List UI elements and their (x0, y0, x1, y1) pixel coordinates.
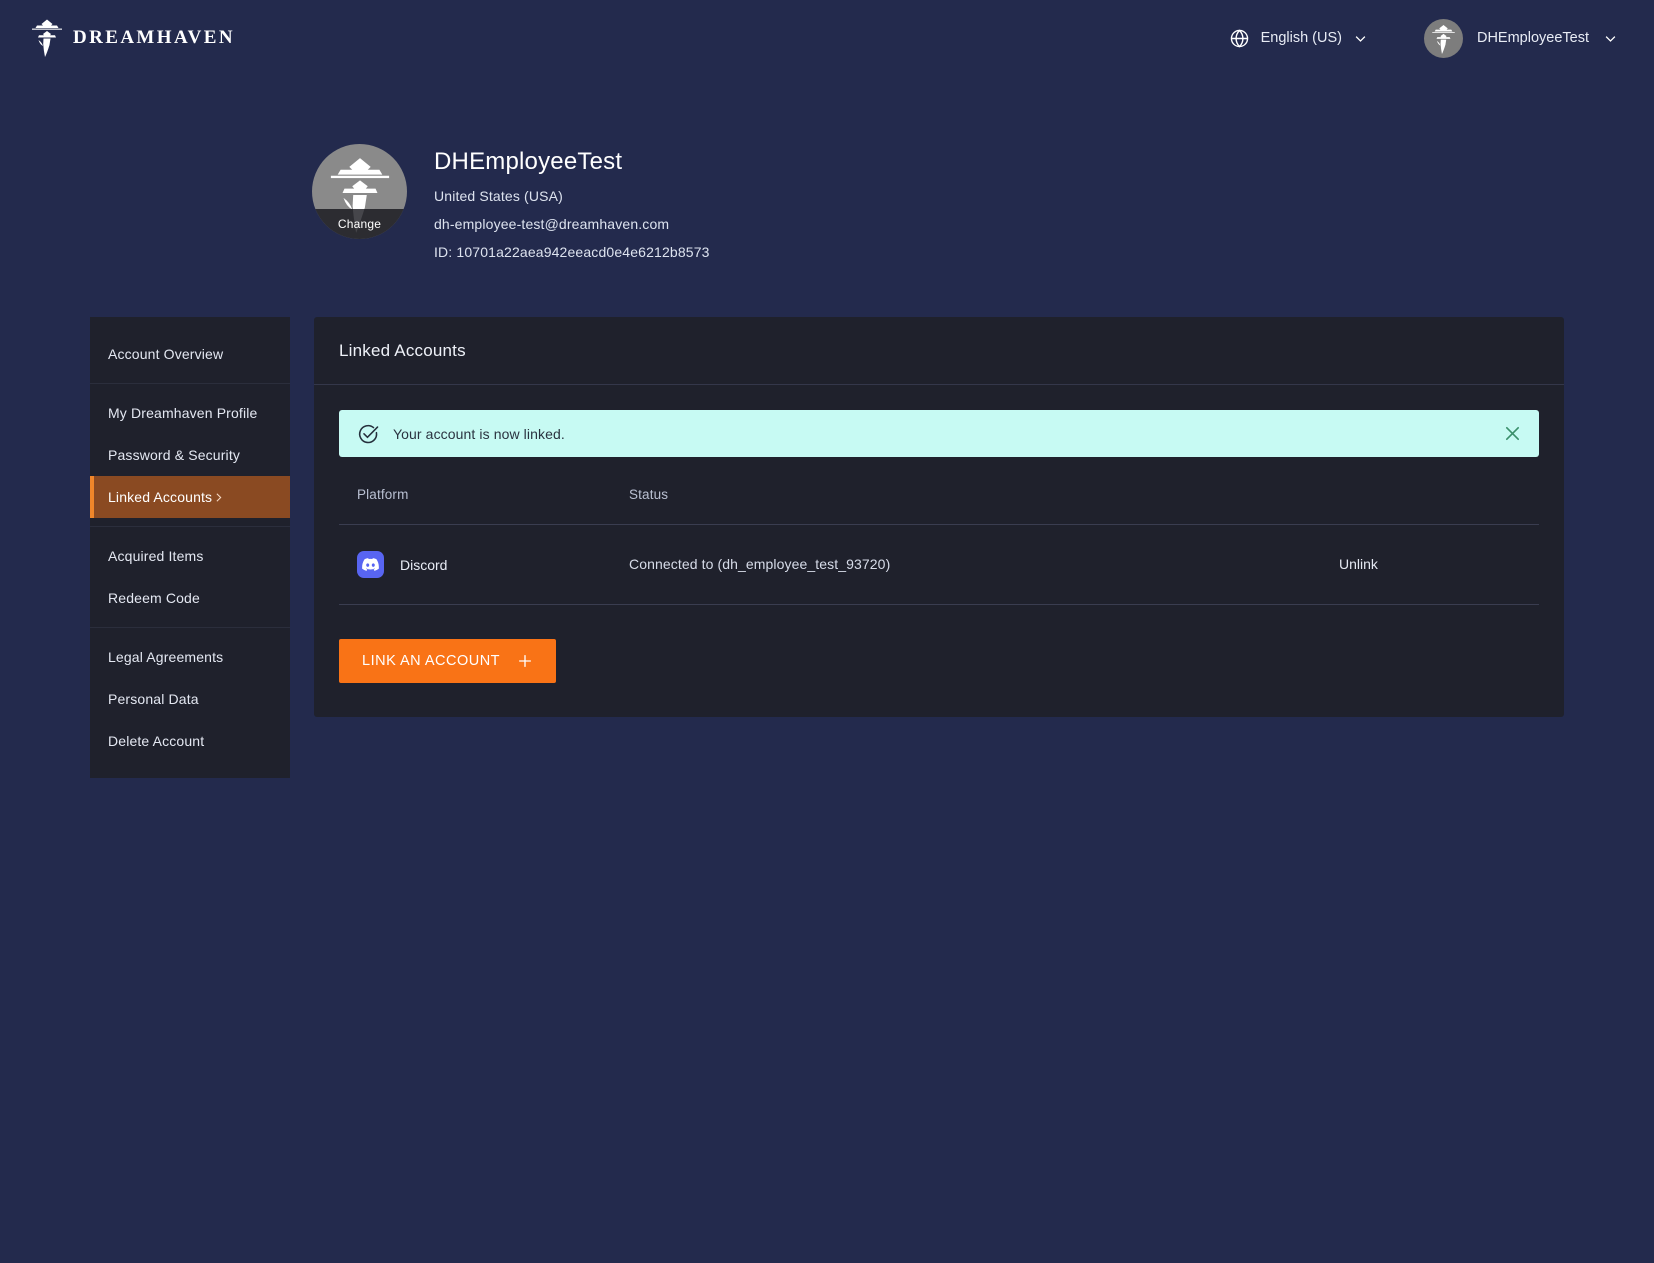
brand-logo-link[interactable]: DREAMHAVEN (30, 18, 235, 58)
linked-accounts-table: Platform Status (339, 487, 1539, 605)
cell-platform: Discord (339, 525, 629, 605)
platform-name: Discord (400, 557, 447, 573)
profile-summary: Change DHEmployeeTest United States (USA… (0, 76, 1654, 260)
column-header-status: Status (629, 487, 1339, 525)
alert-message: Your account is now linked. (393, 426, 565, 442)
card-header: Linked Accounts (314, 317, 1564, 385)
sidebar-item-linked-accounts[interactable]: Linked Accounts (90, 476, 290, 518)
success-alert: Your account is now linked. (339, 410, 1539, 457)
link-account-label: LINK AN ACCOUNT (362, 653, 500, 669)
sidebar-item-acquired-items[interactable]: Acquired Items (90, 535, 290, 577)
status-badge: Connected to (dh_employee_test_93720) (629, 556, 890, 572)
sidebar-item-label: Personal Data (108, 691, 199, 707)
cell-action: Unlink (1339, 525, 1539, 605)
close-x-icon[interactable] (1502, 423, 1523, 444)
sidebar-item-my-dreamhaven-profile[interactable]: My Dreamhaven Profile (90, 392, 290, 434)
avatar (1424, 19, 1463, 58)
column-header-action (1339, 487, 1539, 525)
sidebar-item-label: Delete Account (108, 733, 204, 749)
profile-id-label: ID: (434, 244, 452, 260)
sidebar-item-legal-agreements[interactable]: Legal Agreements (90, 636, 290, 678)
page-title: DHEmployeeTest (434, 148, 710, 176)
sidebar-item-personal-data[interactable]: Personal Data (90, 678, 290, 720)
sidebar-item-label: Password & Security (108, 447, 240, 463)
check-circle-icon (357, 423, 379, 445)
link-an-account-button[interactable]: LINK AN ACCOUNT (339, 639, 556, 683)
discord-icon (357, 551, 384, 578)
column-header-platform: Platform (339, 487, 629, 525)
nav-group: Account Overview (90, 325, 290, 383)
cell-status: Connected to (dh_employee_test_93720) (629, 525, 1339, 605)
user-account-menu[interactable]: DHEmployeeTest (1424, 19, 1618, 58)
sidebar-item-delete-account[interactable]: Delete Account (90, 720, 290, 762)
sidebar-item-label: My Dreamhaven Profile (108, 405, 257, 421)
nav-group: Acquired Items Redeem Code (90, 526, 290, 627)
nav-group: Legal Agreements Personal Data Delete Ac… (90, 627, 290, 770)
plus-icon (517, 653, 533, 669)
unlink-button[interactable]: Unlink (1339, 556, 1378, 572)
card-title: Linked Accounts (339, 341, 466, 361)
profile-country: United States (USA) (434, 188, 710, 204)
globe-icon (1229, 28, 1250, 49)
nav-group: My Dreamhaven Profile Password & Securit… (90, 383, 290, 526)
sidebar-item-label: Linked Accounts (108, 489, 212, 505)
brand-wordmark: DREAMHAVEN (73, 27, 235, 49)
chevron-down-icon (1353, 31, 1368, 46)
sidebar-item-label: Legal Agreements (108, 649, 223, 665)
sidebar-item-label: Redeem Code (108, 590, 200, 606)
sidebar-item-label: Acquired Items (108, 548, 203, 564)
profile-id: ID: 10701a22aea942eeacd0e4e6212b8573 (434, 244, 710, 260)
profile-id-value: 10701a22aea942eeacd0e4e6212b8573 (456, 244, 709, 260)
profile-avatar-change-button[interactable]: Change (312, 144, 407, 239)
profile-email: dh-employee-test@dreamhaven.com (434, 216, 710, 232)
linked-accounts-card: Linked Accounts Your account is now link… (314, 317, 1564, 717)
main-layout: Account Overview My Dreamhaven Profile P… (0, 260, 1654, 778)
header-controls: English (US) DHEmployeeTest (1229, 19, 1618, 58)
dreamhaven-tree-logo-icon (30, 18, 64, 58)
avatar-change-label: Change (312, 209, 407, 239)
sidebar-item-account-overview[interactable]: Account Overview (90, 333, 290, 375)
language-label: English (US) (1261, 30, 1342, 46)
chevron-down-icon (1603, 31, 1618, 46)
site-header: DREAMHAVEN English (US) (0, 0, 1654, 76)
sidebar-item-redeem-code[interactable]: Redeem Code (90, 577, 290, 619)
table-header-row: Platform Status (339, 487, 1539, 525)
account-sidebar: Account Overview My Dreamhaven Profile P… (90, 317, 290, 778)
sidebar-item-password-security[interactable]: Password & Security (90, 434, 290, 476)
sidebar-item-label: Account Overview (108, 346, 223, 362)
language-selector[interactable]: English (US) (1229, 28, 1368, 49)
profile-details: DHEmployeeTest United States (USA) dh-em… (434, 144, 710, 260)
chevron-right-icon (212, 491, 225, 504)
user-name-label: DHEmployeeTest (1477, 30, 1589, 46)
card-body: Your account is now linked. Platform Sta… (314, 385, 1564, 717)
table-row: Discord Connected to (dh_employee_test_9… (339, 525, 1539, 605)
